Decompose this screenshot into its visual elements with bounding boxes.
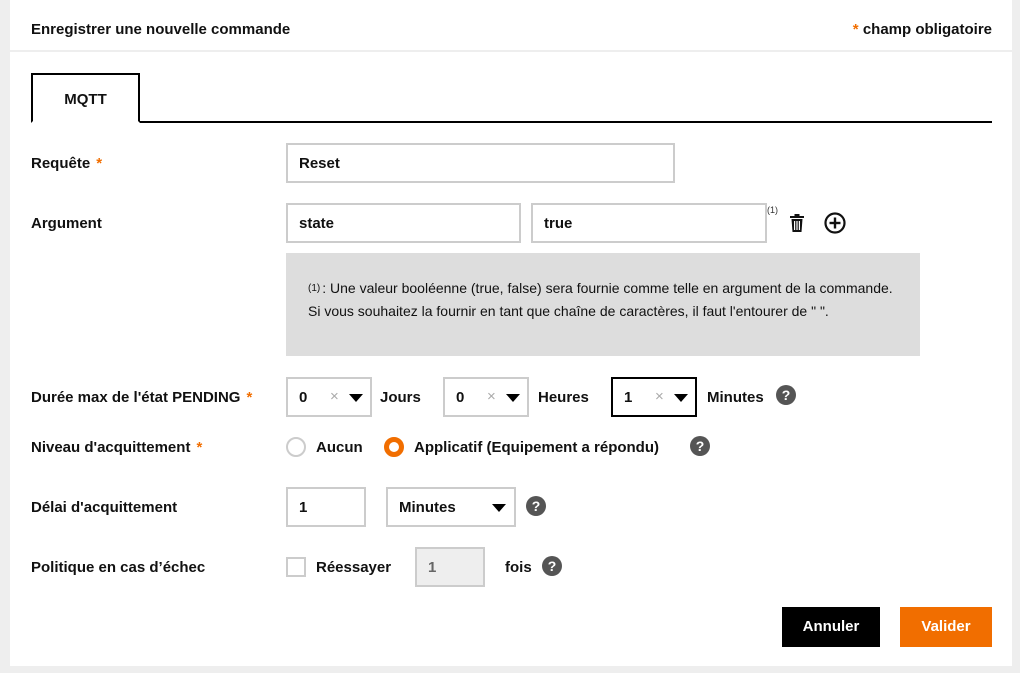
clear-icon[interactable]: × bbox=[655, 388, 664, 405]
pending-required-star: * bbox=[246, 389, 253, 406]
pending-days-select[interactable]: 0 × bbox=[286, 377, 372, 417]
required-star: * bbox=[852, 21, 859, 38]
chevron-down-icon[interactable] bbox=[506, 394, 520, 402]
retry-times-label: fois bbox=[505, 559, 532, 576]
help-icon[interactable]: ? bbox=[542, 556, 562, 576]
pending-minutes-label: Minutes bbox=[707, 389, 764, 406]
request-label-text: Requête bbox=[31, 155, 91, 172]
ack-level-label-text: Niveau d'acquittement bbox=[31, 439, 191, 456]
chevron-down-icon[interactable] bbox=[492, 504, 506, 512]
pending-minutes-select[interactable]: 1 × bbox=[611, 377, 697, 417]
request-input[interactable] bbox=[286, 143, 675, 183]
page-title: Enregistrer une nouvelle commande bbox=[31, 21, 291, 38]
help-icon[interactable]: ? bbox=[776, 385, 796, 405]
pending-duration-label: Durée max de l'état PENDING * bbox=[31, 389, 252, 406]
argument-label: Argument bbox=[31, 215, 102, 232]
pending-hours-label: Heures bbox=[538, 389, 589, 406]
ack-level-radio-none[interactable] bbox=[286, 437, 306, 457]
ack-delay-label: Délai d'acquittement bbox=[31, 499, 178, 516]
plus-circle-icon[interactable] bbox=[824, 212, 846, 239]
pending-days-label: Jours bbox=[380, 389, 421, 406]
request-required-star: * bbox=[96, 155, 103, 172]
ack-level-required-star: * bbox=[196, 439, 203, 456]
ack-delay-input[interactable] bbox=[286, 487, 366, 527]
pending-hours-value: 0 bbox=[456, 389, 465, 406]
argument-note: (1): Une valeur booléenne (true, false) … bbox=[286, 253, 920, 356]
submit-button[interactable]: Valider bbox=[900, 607, 992, 647]
ack-delay-unit-value: Minutes bbox=[399, 499, 456, 516]
ack-level-option-none[interactable]: Aucun bbox=[316, 439, 363, 456]
retry-checkbox[interactable] bbox=[286, 557, 306, 577]
retry-label[interactable]: Réessayer bbox=[316, 559, 391, 576]
pending-duration-label-text: Durée max de l'état PENDING bbox=[31, 389, 241, 406]
chevron-down-icon[interactable] bbox=[349, 394, 363, 402]
retry-times-input[interactable] bbox=[415, 547, 485, 587]
trash-icon[interactable] bbox=[789, 214, 805, 237]
argument-value-input[interactable] bbox=[531, 203, 767, 243]
pending-days-value: 0 bbox=[299, 389, 308, 406]
clear-icon[interactable]: × bbox=[487, 388, 496, 405]
cancel-button[interactable]: Annuler bbox=[782, 607, 880, 647]
tabs-underline bbox=[31, 121, 992, 123]
panel-header: Enregistrer une nouvelle commande * cham… bbox=[10, 0, 1012, 52]
pending-hours-select[interactable]: 0 × bbox=[443, 377, 529, 417]
note-text: : Une valeur booléenne (true, false) ser… bbox=[308, 280, 893, 319]
request-label: Requête * bbox=[31, 155, 102, 172]
help-icon[interactable]: ? bbox=[526, 496, 546, 516]
argument-key-input[interactable] bbox=[286, 203, 521, 243]
help-icon[interactable]: ? bbox=[690, 436, 710, 456]
required-legend: * champ obligatoire bbox=[853, 21, 992, 38]
clear-icon[interactable]: × bbox=[330, 388, 339, 405]
ack-level-label: Niveau d'acquittement * bbox=[31, 439, 202, 456]
ack-level-radio-app[interactable] bbox=[384, 437, 404, 457]
tab-mqtt[interactable]: MQTT bbox=[31, 73, 140, 123]
ack-delay-unit-select[interactable]: Minutes bbox=[386, 487, 516, 527]
ack-level-option-app[interactable]: Applicatif (Equipement a répondu) bbox=[414, 439, 659, 456]
chevron-down-icon[interactable] bbox=[674, 394, 688, 402]
new-command-panel: Enregistrer une nouvelle commande * cham… bbox=[10, 0, 1012, 666]
pending-minutes-value: 1 bbox=[624, 389, 633, 406]
argument-footnote-ref: (1) bbox=[767, 205, 778, 215]
note-ref: (1) bbox=[308, 283, 321, 294]
required-legend-label: champ obligatoire bbox=[862, 21, 992, 38]
failure-policy-label: Politique en cas d’échec bbox=[31, 559, 206, 576]
